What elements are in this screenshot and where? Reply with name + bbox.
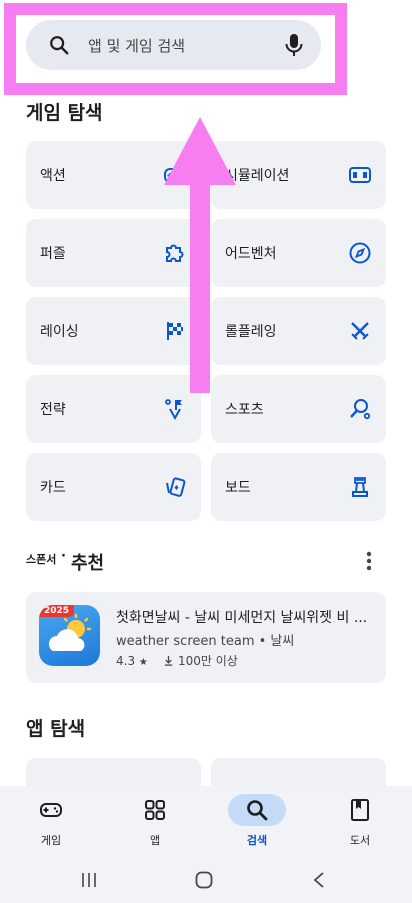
sports-icon	[350, 399, 371, 420]
weather-app-icon: 2025	[39, 605, 100, 666]
sponsored-label: 스폰서	[26, 553, 57, 566]
system-navigation-bar	[0, 856, 412, 903]
back-icon[interactable]	[312, 871, 326, 889]
up-arrow-annotation	[164, 117, 236, 393]
app-name: 첫화면날씨 - 날씨 미세먼지 날씨위젯 비 ...	[116, 610, 368, 626]
sponsored-app-card[interactable]: 2025 첫화면날씨 - 날씨 미세먼지 날씨위젯 비 ... weather …	[26, 592, 386, 683]
category-card[interactable]: 카드	[26, 453, 201, 521]
book-icon	[351, 799, 369, 821]
search-icon	[247, 800, 268, 821]
app-rating: 4.3	[116, 654, 136, 668]
crossed-swords-icon	[351, 322, 369, 340]
search-icon	[50, 36, 69, 55]
category-board[interactable]: 보드	[211, 453, 386, 521]
nav-apps[interactable]: 앱	[120, 794, 190, 848]
compass-icon	[349, 242, 371, 264]
nav-search[interactable]: 검색	[222, 794, 292, 848]
chess-piece-icon	[352, 477, 368, 497]
app-downloads: 100만 이상	[177, 654, 238, 668]
app-meta: 4.3 ★ 100만 이상	[116, 652, 238, 669]
bottom-navigation: 게임 앱 검색 도서	[0, 786, 412, 856]
app-category: • 날씨	[258, 634, 295, 649]
recommended-title: 추천	[71, 553, 105, 574]
recent-apps-icon[interactable]	[80, 871, 98, 889]
cards-icon	[166, 477, 186, 497]
microphone-icon[interactable]	[282, 32, 306, 58]
game-section-title: 게임 탐색	[26, 102, 103, 124]
nav-books[interactable]: 도서	[325, 794, 395, 848]
search-placeholder: 앱 및 게임 검색	[88, 37, 186, 55]
simulation-icon	[349, 167, 371, 183]
app-section-title: 앱 탐색	[26, 718, 86, 740]
home-icon[interactable]	[195, 871, 213, 889]
nav-games[interactable]: 게임	[16, 794, 86, 848]
app-developer: weather screen team • 날씨	[116, 634, 295, 649]
strategy-icon	[165, 399, 182, 421]
search-bar[interactable]: 앱 및 게임 검색	[26, 20, 321, 70]
sun-cloud-icon	[48, 613, 92, 651]
separator-dot: ·	[61, 549, 66, 564]
gamepad-icon	[40, 803, 62, 817]
apps-grid-icon	[145, 800, 165, 820]
star-icon: ★	[138, 657, 148, 668]
more-options-icon[interactable]	[362, 550, 376, 572]
download-icon	[164, 655, 173, 666]
